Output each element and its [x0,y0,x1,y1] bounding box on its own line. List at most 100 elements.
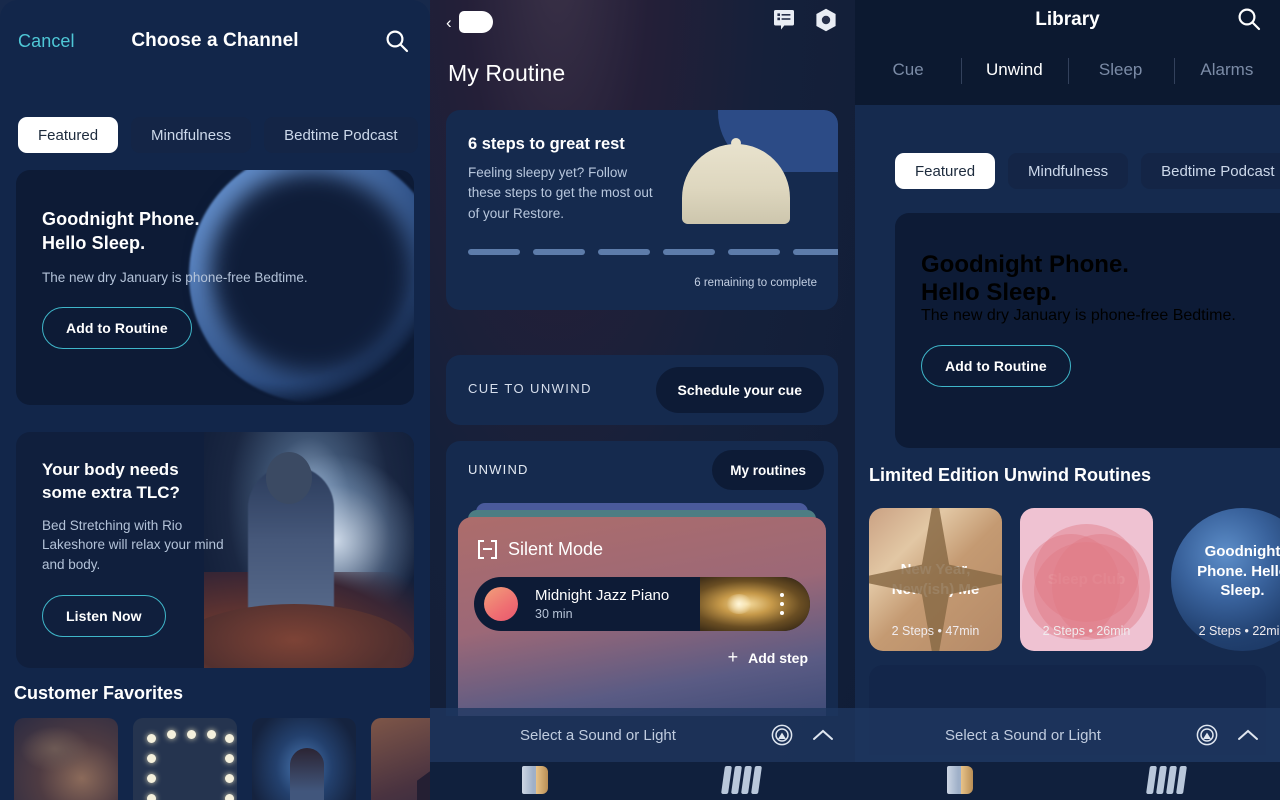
search-icon[interactable] [1236,6,1262,32]
customer-favorites-row[interactable]: Aki's Garden: Irreverent [14,718,430,800]
silent-mode-icon [478,540,497,559]
chat-list-icon[interactable] [773,9,795,31]
settings-hex-icon[interactable] [815,8,837,32]
routine-tile-goodnight-phone[interactable]: Goodnight Phone. Hello Sleep. 2 Steps • … [1171,508,1280,651]
routine-tile-sleep-club[interactable]: Sleep Club 2 Steps • 26min [1020,508,1153,651]
card-title-line2: some extra TLC? [42,482,180,502]
tab-books-icon[interactable] [1145,766,1188,794]
library-chip-row: Featured Mindfulness Bedtime Podcast [895,153,1280,189]
favorite-tile[interactable]: Aki's Garden: [14,718,118,800]
chip-featured[interactable]: Featured [895,153,996,189]
tab-sleep[interactable]: Sleep [1067,58,1174,84]
schedule-your-cue-button[interactable]: Schedule your cue [655,367,824,413]
chevron-up-icon[interactable] [1236,727,1260,743]
step-title: Midnight Jazz Piano [535,587,670,604]
hero-title-line1: Goodnight Phone. [42,209,200,229]
channel-sheet: Cancel Choose a Channel Featured Mindful… [0,0,430,800]
chip-bedtime-podcast[interactable]: Bedtime Podcast [264,117,418,153]
routine-tile-meta: 2 Steps • 47min [891,624,980,638]
kebab-menu-icon[interactable] [780,593,784,620]
vanity-bulbs [145,730,234,800]
routine-tile-new-year[interactable]: New Year, New(ish) Me 2 Steps • 47min [869,508,1002,651]
hero-title: Goodnight Phone. Hello Sleep. [42,208,414,256]
routine-topbar: ‹ [446,11,495,33]
hatch-logo-icon [458,11,495,33]
tab-books-icon[interactable] [720,766,763,794]
step-duration: 30 min [535,607,573,621]
tab-door-icon[interactable] [947,766,974,794]
steps-card-description: Feeling sleepy yet? Follow these steps t… [468,165,653,221]
hero-description: The new dry January is phone-free Bedtim… [42,269,308,285]
step-color-dot [484,587,518,621]
add-step-label: Add step [748,649,808,666]
chevron-up-icon[interactable] [811,727,835,743]
bottom-tabbar[interactable] [855,762,1280,800]
three-panel-screenshot: Cancel Choose a Channel Featured Mindful… [0,0,1280,800]
hero-title-line2: Hello Sleep. [42,232,146,253]
bottom-tabbar[interactable] [430,762,855,800]
favorite-tile[interactable] [252,718,356,800]
add-to-routine-button[interactable]: Add to Routine [921,345,1071,387]
tab-door-icon[interactable] [522,766,549,794]
panel-library: Library Cue Unwind Sleep Alarms Featured… [855,0,1280,800]
section-title-customer-favorites: Customer Favorites [14,683,184,703]
chip-featured[interactable]: Featured [18,117,119,153]
select-bar-label: Select a Sound or Light [945,726,1101,744]
add-to-routine-button[interactable]: Add to Routine [42,306,192,349]
hero-title-line2: Hello Sleep. [921,279,1058,306]
hero-card-body: Goodnight Phone. Hello Sleep. The new dr… [16,170,414,349]
airplay-icon[interactable] [771,724,793,746]
unwind-card: UNWIND My routines Silent Mode Midnight … [446,441,838,716]
cue-section-label: CUE TO UNWIND [468,381,592,396]
airplay-icon[interactable] [1196,724,1218,746]
routine-name-line2: Phone. Hello Sleep. [1197,562,1280,600]
hero-description: The new dry January is phone-free Bedtim… [921,307,1236,324]
chip-mindfulness[interactable]: Mindfulness [131,117,252,153]
select-sound-or-light-bar[interactable]: Select a Sound or Light [855,708,1280,762]
section-title-limited-edition: Limited Edition Unwind Routines [869,465,1151,485]
routine-card-silent-mode[interactable]: Silent Mode Midnight Jazz Piano 30 min +… [458,517,826,716]
select-bar-label: Select a Sound or Light [520,726,676,744]
page-heading: My Routine [448,60,566,86]
listen-now-button[interactable]: Listen Now [42,594,166,637]
channel-chip-row: Featured Mindfulness Bedtime Podcast [18,117,418,153]
favorite-tile[interactable]: Irreverent [371,718,430,800]
hero-card-body: Goodnight Phone. Hello Sleep. The new dr… [895,213,1280,387]
chip-mindfulness[interactable]: Mindfulness [1008,153,1129,189]
add-step-button[interactable]: + Add step [728,647,808,668]
panel-choose-a-channel: Cancel Choose a Channel Featured Mindful… [0,0,430,800]
tab-unwind[interactable]: Unwind [961,58,1067,84]
routine-tile-meta: 2 Steps • 22min [1198,624,1280,638]
tab-alarms[interactable]: Alarms [1173,58,1280,84]
steps-progress-bar [468,249,838,255]
hero-card-goodnight-phone[interactable]: Goodnight Phone. Hello Sleep. The new dr… [895,213,1280,448]
routine-card-title: Silent Mode [508,539,604,559]
plus-icon: + [727,647,739,667]
routine-name-line1: Goodnight [1204,543,1280,561]
search-icon[interactable] [384,28,410,54]
select-bar-actions [771,724,835,746]
routine-card-header: Silent Mode [478,539,603,560]
step-text: Midnight Jazz Piano 30 min [535,587,669,621]
steps-remaining-text: 6 remaining to complete [694,277,817,289]
library-title: Library [1035,9,1100,30]
chip-bedtime-podcast[interactable]: Bedtime Podcast [1141,153,1280,189]
routine-tile-meta: 2 Steps • 26min [1042,624,1131,638]
card-bed-stretching[interactable]: Your body needs some extra TLC? Bed Stre… [16,432,414,668]
page-title: Choose a Channel [131,30,299,51]
select-sound-or-light-bar[interactable]: Select a Sound or Light [430,708,855,762]
tab-cue[interactable]: Cue [855,60,961,80]
routine-step-row[interactable]: Midnight Jazz Piano 30 min [474,577,810,631]
person-head [266,452,312,504]
hero-card-goodnight-phone[interactable]: Goodnight Phone. Hello Sleep. The new dr… [16,170,414,405]
card-description: Bed Stretching with Rio Lakeshore will r… [42,517,224,572]
my-routines-button[interactable]: My routines [712,450,824,490]
card-title-line1: Your body needs [42,460,179,479]
routine-header-actions [773,8,837,32]
card-title: Your body needs some extra TLC? [42,459,236,505]
select-bar-actions [1196,724,1260,746]
steps-to-great-rest-card[interactable]: 6 steps to great rest Feeling sleepy yet… [446,110,838,310]
channel-navbar: Cancel Choose a Channel [0,0,430,85]
chevron-left-icon[interactable]: ‹ [446,14,452,31]
favorite-tile[interactable] [133,718,237,800]
